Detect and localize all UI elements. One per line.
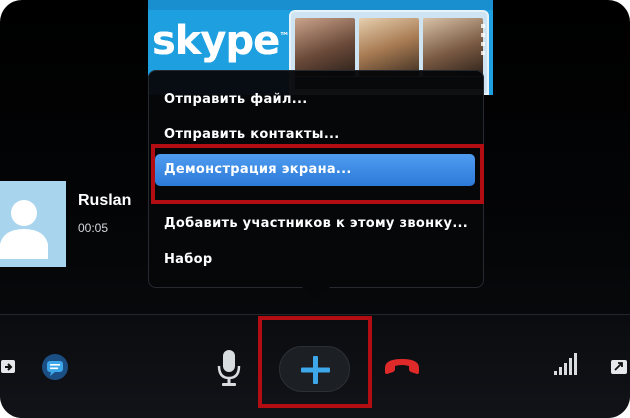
avatar	[0, 181, 66, 267]
screen-share-icon[interactable]	[0, 358, 18, 380]
fullscreen-icon[interactable]	[610, 358, 628, 380]
call-duration: 00:05	[78, 221, 109, 235]
video-pane-3	[423, 18, 483, 76]
hang-up-icon[interactable]	[382, 353, 422, 381]
video-pane-1	[295, 18, 355, 76]
person-icon	[0, 200, 48, 259]
signal-strength-icon	[553, 352, 577, 380]
participant-name: Ruslan	[78, 192, 132, 209]
skype-logo: skype™	[152, 18, 289, 64]
chat-icon[interactable]	[40, 352, 70, 386]
menu-pointer	[301, 286, 331, 300]
highlight-frame-add-button	[258, 316, 372, 408]
trademark-mark: ™	[279, 31, 289, 43]
skype-logo-text: skype	[152, 18, 280, 64]
menu-item-send-file[interactable]: Отправить файл...	[164, 88, 307, 112]
microphone-icon[interactable]	[216, 348, 242, 392]
video-pane-2	[359, 18, 419, 76]
preview-side-icons	[481, 24, 485, 60]
menu-item-add-participants[interactable]: Добавить участников к этому звонку...	[164, 212, 468, 236]
menu-item-dial-pad[interactable]: Набор	[164, 248, 212, 272]
preview-top-stripe	[148, 0, 493, 10]
highlight-frame-menu-item	[151, 144, 484, 204]
call-window: skype™ Ruslan 00:05 Отправить файл... От…	[0, 0, 630, 418]
